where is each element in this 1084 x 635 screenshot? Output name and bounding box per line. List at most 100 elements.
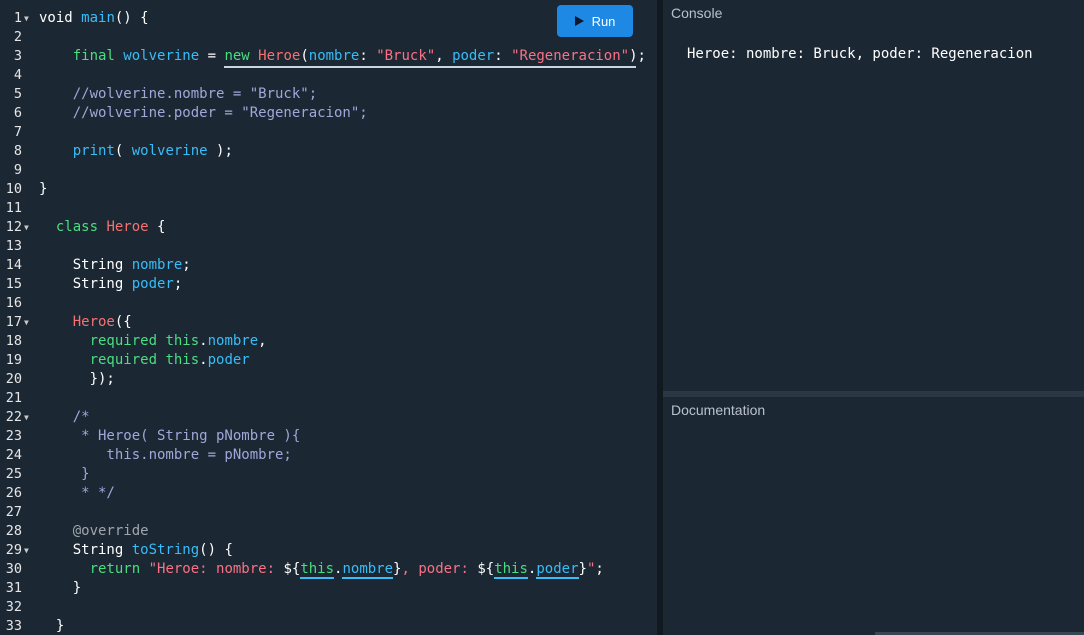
line-number: 11 xyxy=(5,200,22,216)
code-token: wolverine xyxy=(131,143,208,159)
code-token: () { xyxy=(199,542,233,558)
code-token: } xyxy=(39,618,65,634)
line-number: 17 xyxy=(5,314,22,330)
line-number: 1 xyxy=(13,10,22,26)
code-line[interactable]: required this.poder xyxy=(39,351,250,370)
code-token: new xyxy=(224,48,259,64)
code-token: toString xyxy=(131,542,200,558)
fold-toggle-icon[interactable]: ▼ xyxy=(24,218,32,237)
line-number: 24 xyxy=(5,447,22,463)
line-number: 25 xyxy=(5,466,22,482)
code-token: : xyxy=(359,48,377,64)
code-token: this xyxy=(494,561,528,579)
code-line[interactable]: Heroe({ xyxy=(39,313,132,332)
fold-toggle-icon[interactable]: ▼ xyxy=(24,408,32,427)
code-line[interactable]: /* xyxy=(39,408,90,427)
line-number: 31 xyxy=(5,580,22,596)
line-number: 22 xyxy=(5,409,22,425)
code-line[interactable]: //wolverine.nombre = "Bruck"; xyxy=(39,85,317,104)
code-token: /* xyxy=(39,409,90,425)
code-line[interactable]: class Heroe { xyxy=(39,218,166,237)
code-token: String xyxy=(39,276,132,292)
code-token: nombre xyxy=(131,257,183,273)
line-number: 10 xyxy=(5,181,22,197)
code-line[interactable]: * */ xyxy=(39,484,115,503)
code-line[interactable]: }); xyxy=(39,370,115,389)
line-number: 20 xyxy=(5,371,22,387)
code-line[interactable]: String toString() { xyxy=(39,541,233,560)
run-button[interactable]: Run xyxy=(557,5,633,37)
code-token: class xyxy=(55,219,107,235)
code-line[interactable]: //wolverine.poder = "Regeneracion"; xyxy=(39,104,368,123)
code-token: //wolverine.poder = "Regeneracion"; xyxy=(39,105,368,121)
line-number: 26 xyxy=(5,485,22,501)
code-token: * */ xyxy=(39,485,115,501)
code-token: this xyxy=(300,561,335,579)
code-line[interactable]: String poder; xyxy=(39,275,183,294)
code-token: , xyxy=(258,333,267,349)
code-line[interactable]: } xyxy=(39,465,89,484)
run-button-label: Run xyxy=(591,13,616,29)
line-number: 4 xyxy=(13,67,22,83)
code-token: //wolverine.nombre = "Bruck"; xyxy=(39,86,318,102)
code-line[interactable]: } xyxy=(39,579,81,598)
code-token: "Regeneracion" xyxy=(511,48,630,64)
line-number: 14 xyxy=(5,257,22,273)
line-number: 13 xyxy=(5,238,22,254)
code-line[interactable]: required this.nombre, xyxy=(39,332,267,351)
line-number: 33 xyxy=(5,618,22,634)
code-token: } xyxy=(578,561,587,577)
line-number: 19 xyxy=(5,352,22,368)
code-line[interactable]: * Heroe( String pNombre ){ xyxy=(39,427,300,446)
code-line[interactable]: } xyxy=(39,180,47,199)
code-token: Heroe xyxy=(72,314,115,330)
code-token: return xyxy=(89,561,149,577)
line-number: 29 xyxy=(5,542,22,558)
line-number: 21 xyxy=(5,390,22,406)
code-token: this xyxy=(165,333,200,349)
code-token: } xyxy=(39,580,82,596)
line-number: 27 xyxy=(5,504,22,520)
console-title: Console xyxy=(671,5,723,21)
fold-toggle-icon[interactable]: ▼ xyxy=(24,541,32,560)
play-icon xyxy=(574,16,584,26)
code-token: ); xyxy=(207,143,233,159)
code-token: { xyxy=(148,219,166,235)
fold-toggle-icon[interactable]: ▼ xyxy=(24,313,32,332)
code-token: , poder: xyxy=(401,561,478,577)
code-line[interactable]: print( wolverine ); xyxy=(39,142,233,161)
code-token: : xyxy=(494,48,512,64)
code-token: Heroe xyxy=(258,48,301,64)
code-line[interactable]: String nombre; xyxy=(39,256,191,275)
line-number: 15 xyxy=(5,276,22,292)
code-line[interactable]: @override xyxy=(39,522,149,541)
code-line[interactable]: this.nombre = pNombre; xyxy=(39,446,292,465)
code-editor[interactable]: 1 ▼ 2 3 4 5 6 7 8 9 10 11 12 ▼ 13 14 15 16 17 ▼ 18 19 20 21 22 ▼ 2… xyxy=(0,0,657,635)
line-number: 5 xyxy=(13,86,22,102)
line-number: 23 xyxy=(5,428,22,444)
line-number: 28 xyxy=(5,523,22,539)
code-token: poder xyxy=(131,276,174,292)
code-line[interactable]: final wolverine = new Heroe(nombre: "Bru… xyxy=(39,47,646,66)
code-line[interactable]: void main() { xyxy=(39,9,149,28)
code-token: this.nombre = pNombre; xyxy=(39,447,292,463)
fold-toggle-icon[interactable]: ▼ xyxy=(24,9,32,28)
code-token: , xyxy=(435,48,453,64)
code-token: required xyxy=(89,333,166,349)
code-token: } xyxy=(39,181,48,197)
code-token: main xyxy=(81,10,115,26)
code-line[interactable]: return "Heroe: nombre: ${this.nombre}, p… xyxy=(39,560,604,579)
code-token: = xyxy=(199,48,225,64)
documentation-title: Documentation xyxy=(671,402,766,418)
code-token: () { xyxy=(114,10,149,26)
code-token: print xyxy=(72,143,115,159)
code-line[interactable]: } xyxy=(39,617,64,635)
code-token: ); xyxy=(629,48,646,64)
line-number: 8 xyxy=(13,143,22,159)
code-token: Heroe xyxy=(106,219,149,235)
code-token: * Heroe( String pNombre ){ xyxy=(39,428,301,444)
